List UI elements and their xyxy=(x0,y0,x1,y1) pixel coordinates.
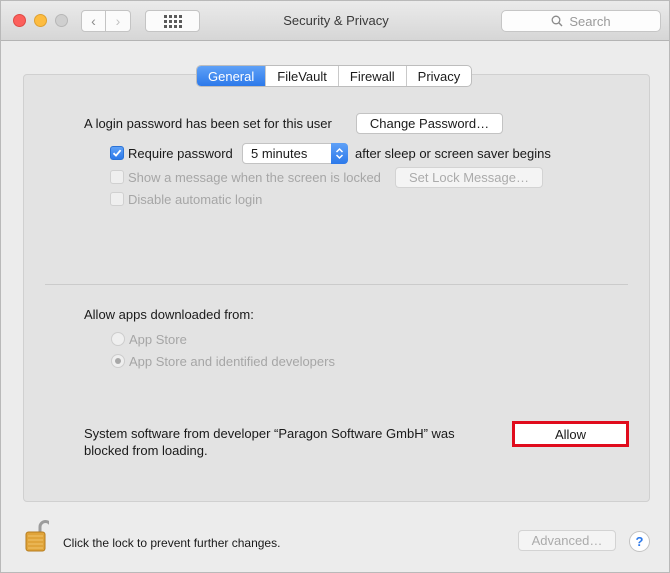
radio-selected-dot xyxy=(115,358,121,364)
blocked-message-line1: System software from developer “Paragon … xyxy=(84,426,455,441)
grid-icon xyxy=(163,14,182,28)
select-stepper-icon xyxy=(331,143,348,164)
allow-button[interactable]: Allow xyxy=(515,424,626,444)
disable-auto-login-checkbox[interactable] xyxy=(110,192,124,206)
lock-text: Click the lock to prevent further change… xyxy=(63,536,281,550)
lock-icon[interactable] xyxy=(25,519,53,553)
require-password-interval-select[interactable]: 5 minutes xyxy=(242,143,348,164)
chevron-left-icon: ‹ xyxy=(91,13,96,29)
security-privacy-window: ‹ › Security & Privacy Search General Fi… xyxy=(0,0,670,573)
close-window-button[interactable] xyxy=(13,14,26,27)
radio-identified-developers-label: App Store and identified developers xyxy=(129,354,335,369)
help-icon: ? xyxy=(635,534,644,549)
require-password-label: Require password xyxy=(128,146,233,161)
radio-identified-developers[interactable] xyxy=(111,354,125,368)
minimize-window-button[interactable] xyxy=(34,14,47,27)
require-password-suffix: after sleep or screen saver begins xyxy=(355,146,551,161)
back-button[interactable]: ‹ xyxy=(81,10,106,32)
tab-filevault[interactable]: FileVault xyxy=(265,66,338,86)
radio-app-store-label: App Store xyxy=(129,332,187,347)
radio-app-store[interactable] xyxy=(111,332,125,346)
search-placeholder: Search xyxy=(569,13,611,29)
title-bar: ‹ › Security & Privacy Search xyxy=(1,1,669,41)
search-icon xyxy=(551,15,563,27)
help-button[interactable]: ? xyxy=(629,531,650,552)
checkmark-icon xyxy=(112,149,122,157)
zoom-window-button[interactable] xyxy=(55,14,68,27)
window-title: Security & Privacy xyxy=(283,13,389,28)
forward-button[interactable]: › xyxy=(106,10,131,32)
section-divider xyxy=(45,284,628,285)
preference-tabs: General FileVault Firewall Privacy xyxy=(196,65,473,87)
tab-privacy[interactable]: Privacy xyxy=(405,66,472,86)
show-all-preferences-button[interactable] xyxy=(145,10,200,32)
blocked-message-line2: blocked from loading. xyxy=(84,443,208,458)
chevron-right-icon: › xyxy=(115,13,121,29)
login-password-text: A login password has been set for this u… xyxy=(84,116,332,131)
change-password-button[interactable]: Change Password… xyxy=(356,113,503,134)
show-message-label: Show a message when the screen is locked xyxy=(128,170,381,185)
tab-general[interactable]: General xyxy=(197,66,266,86)
set-lock-message-button[interactable]: Set Lock Message… xyxy=(395,167,543,188)
interval-value: 5 minutes xyxy=(251,146,308,161)
require-password-checkbox[interactable] xyxy=(110,146,124,160)
advanced-button[interactable]: Advanced… xyxy=(518,530,616,551)
allow-apps-heading: Allow apps downloaded from: xyxy=(84,307,254,322)
search-field[interactable]: Search xyxy=(501,10,661,32)
show-message-checkbox[interactable] xyxy=(110,170,124,184)
tab-firewall[interactable]: Firewall xyxy=(337,66,406,86)
disable-auto-login-label: Disable automatic login xyxy=(128,192,263,207)
